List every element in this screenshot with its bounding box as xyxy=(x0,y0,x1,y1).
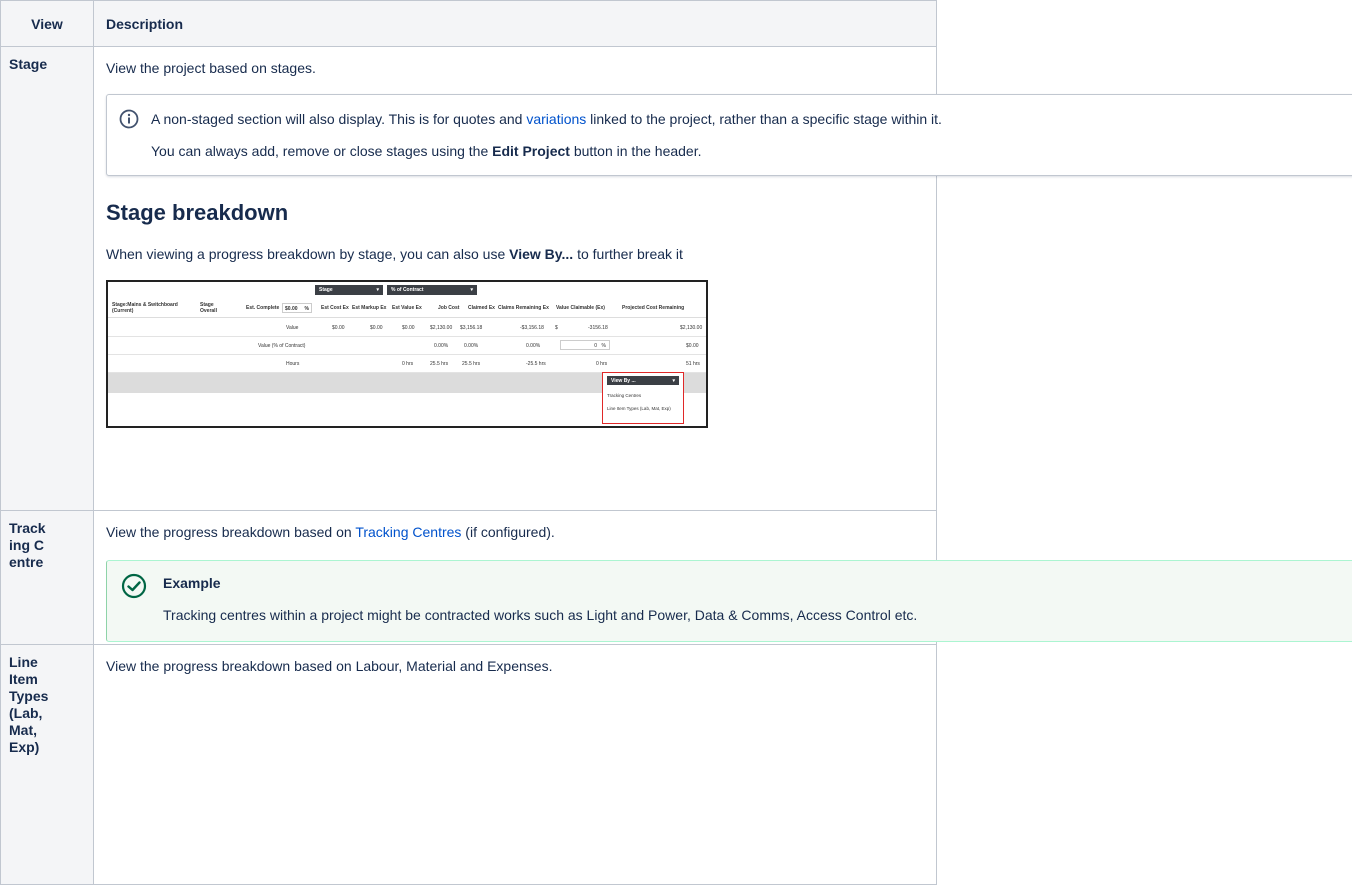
check-circle-icon xyxy=(121,573,147,599)
cell: 0.00% xyxy=(464,343,479,349)
stage-breakdown-heading: Stage breakdown xyxy=(106,200,289,225)
view-tracking-centre-label: Tracking Centre xyxy=(9,520,46,570)
view-by-label: View By... xyxy=(509,246,574,262)
stage-description: View the project based on stages. xyxy=(106,60,316,76)
cell: 0.00% xyxy=(526,343,541,349)
info-paragraph-2: You can always add, remove or close stag… xyxy=(151,141,1352,161)
col-job-cost: Job Cost xyxy=(438,305,460,311)
table-header-row: View Description xyxy=(0,0,937,47)
stage-dropdown: Stage ▾ xyxy=(315,285,383,295)
cell: -3156.18 xyxy=(588,325,608,331)
cell: 0 hrs xyxy=(402,361,414,367)
info-paragraph-1: A non-staged section will also display. … xyxy=(151,109,1352,129)
breakdown-paragraph: When viewing a progress breakdown by sta… xyxy=(106,244,936,264)
cell: $0.00 xyxy=(686,343,699,349)
description-stage: View the project based on stages. A non-… xyxy=(93,46,1352,511)
header-view: View xyxy=(0,0,94,47)
cell: 51 hrs xyxy=(686,361,700,367)
view-by-highlight: View By ... ▾ Tracking Centres Line Item … xyxy=(602,372,684,424)
cell: $2,130.00 xyxy=(430,325,453,331)
tracking-text: (if configured). xyxy=(461,524,555,540)
info-text: button in the header. xyxy=(569,143,702,159)
view-stage: Stage xyxy=(0,46,94,511)
cell: 0 hrs xyxy=(596,361,608,367)
info-icon xyxy=(119,109,139,129)
col-stage-name: Stage:Mains & Switchboard (Current) xyxy=(112,302,178,314)
col-est-markup: Est Markup Ex xyxy=(352,305,387,311)
col-est-cost: Est Cost Ex xyxy=(321,305,349,311)
col-est-complete: Est. Complete xyxy=(246,305,280,311)
info-panel: A non-staged section will also display. … xyxy=(106,94,1352,176)
table-row-tracking-centre: Tracking Centre View the progress breakd… xyxy=(0,510,1352,645)
table-row-stage: Stage View the project based on stages. … xyxy=(0,46,1352,511)
variations-link[interactable]: variations xyxy=(526,111,586,127)
screenshot-row-value: Value $0.00 $0.00 $0.00 $2,130.00 $3,156… xyxy=(108,319,706,337)
cell: $2,130.00 xyxy=(680,325,703,331)
screenshot-header: Stage:Mains & Switchboard (Current) Stag… xyxy=(108,298,706,318)
row-label: Value xyxy=(286,325,299,331)
est-complete-unit: % xyxy=(304,306,309,312)
cell: 0 xyxy=(594,343,597,349)
col-claims-remaining: Claims Remaining Ex xyxy=(498,305,549,311)
cell: $0.00 xyxy=(332,325,345,331)
view-tracking-centre: Tracking Centre xyxy=(0,510,94,645)
view-by-dropdown-label: View By ... xyxy=(611,378,636,384)
row-label: Hours xyxy=(286,361,300,367)
cell: $0.00 xyxy=(370,325,383,331)
screenshot-row-value-pct: Value (% of Contract) 0.00% 0.00% 0.00% … xyxy=(108,337,706,355)
view-by-dropdown: View By ... ▾ xyxy=(607,376,679,385)
cell: $3,156.18 xyxy=(460,325,483,331)
cell: 25.5 hrs xyxy=(430,361,449,367)
col-stage-overall: Stage Overall xyxy=(200,302,217,314)
tracking-description: View the progress breakdown based on Tra… xyxy=(106,522,936,542)
chevron-down-icon: ▾ xyxy=(470,287,473,293)
header-description: Description xyxy=(93,0,937,47)
contract-dropdown: % of Contract ▾ xyxy=(387,285,477,295)
cell: 25.5 hrs xyxy=(462,361,481,367)
cell: % xyxy=(601,343,606,349)
contract-dropdown-label: % of Contract xyxy=(391,287,424,293)
cell: -$3,156.18 xyxy=(520,325,544,331)
example-panel: Example Tracking centres within a projec… xyxy=(106,560,1352,642)
info-text: linked to the project, rather than a spe… xyxy=(586,111,942,127)
info-text: A non-staged section will also display. … xyxy=(151,111,527,127)
tracking-text: View the progress breakdown based on xyxy=(106,524,356,540)
view-by-option: Line Item Types (Lab, Mat, Exp) xyxy=(607,406,671,411)
description-tracking-centre: View the progress breakdown based on Tra… xyxy=(93,510,1352,645)
cell: -25.5 hrs xyxy=(526,361,546,367)
views-table: View Description Stage View the project … xyxy=(0,0,1352,885)
description-line-item-types: View the progress breakdown based on Lab… xyxy=(93,644,937,885)
row-label: Value (% of Contract) xyxy=(258,343,306,349)
stage-breakdown-screenshot: Stage ▾ % of Contract ▾ Stage:Mains & Swit… xyxy=(106,280,708,428)
cell: $0.00 xyxy=(402,325,415,331)
col-value-claimable: Value Claimable (Ex) xyxy=(556,305,605,311)
view-line-item-types: Line Item Types (Lab, Mat, Exp) xyxy=(0,644,94,885)
screenshot-row-hours: Hours 0 hrs 25.5 hrs 25.5 hrs -25.5 hrs … xyxy=(108,355,706,373)
info-text: You can always add, remove or close stag… xyxy=(151,143,493,159)
col-claimed: Claimed Ex xyxy=(468,305,495,311)
table-row-line-item-types: Line Item Types (Lab, Mat, Exp) View the… xyxy=(0,644,937,885)
edit-project-label: Edit Project xyxy=(492,143,570,159)
breakdown-text: to further break it xyxy=(573,246,683,262)
chevron-down-icon: ▾ xyxy=(376,287,379,293)
cell: $ xyxy=(555,325,558,331)
tracking-centres-link[interactable]: Tracking Centres xyxy=(355,524,461,540)
chevron-down-icon: ▾ xyxy=(672,378,675,384)
example-text: Tracking centres within a project might … xyxy=(163,607,918,623)
line-items-description: View the progress breakdown based on Lab… xyxy=(106,658,553,674)
example-title: Example xyxy=(163,575,221,591)
stage-dropdown-label: Stage xyxy=(319,287,333,293)
view-line-item-types-label: Line Item Types (Lab, Mat, Exp) xyxy=(9,654,49,755)
cell: 0.00% xyxy=(434,343,449,349)
col-est-value: Est Value Ex xyxy=(392,305,422,311)
claimable-pct-input: 0 % xyxy=(560,340,610,350)
col-projected: Projected Cost Remaining xyxy=(622,305,685,311)
view-by-option: Tracking Centres xyxy=(607,393,642,398)
breakdown-text: When viewing a progress breakdown by sta… xyxy=(106,246,510,262)
est-complete-input: $0.00 % xyxy=(282,303,312,313)
est-complete-value: $0.00 xyxy=(285,306,298,312)
